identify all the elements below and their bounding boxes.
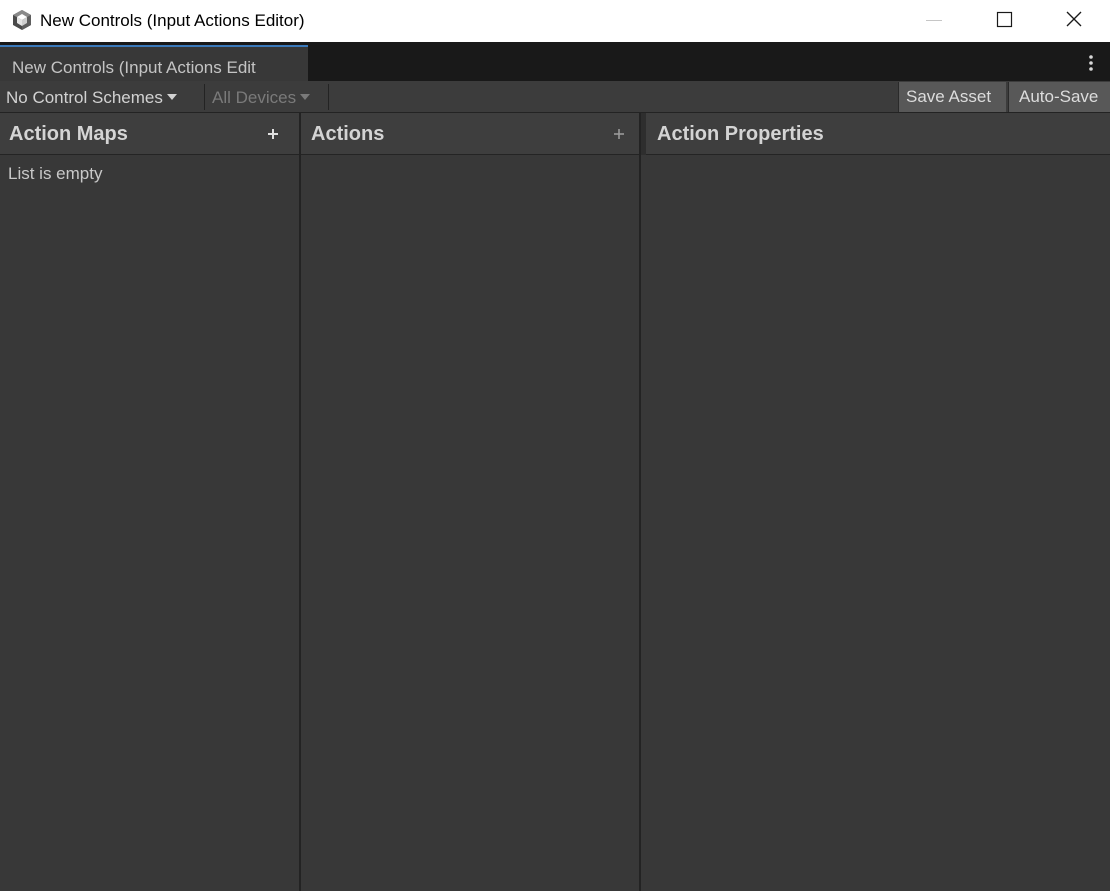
control-schemes-dropdown[interactable]: No Control Schemes [6, 84, 177, 111]
close-icon [1066, 11, 1082, 27]
actions-header: Actions [301, 113, 639, 155]
tab-label: New Controls (Input Actions Edit [12, 58, 256, 77]
minimize-icon [926, 20, 942, 21]
window-titlebar[interactable]: New Controls (Input Actions Editor) [0, 0, 1110, 42]
maximize-button[interactable] [981, 0, 1027, 42]
dock-tab-bar: New Controls (Input Actions Edit [0, 42, 1110, 81]
chevron-down-icon [166, 94, 177, 100]
kebab-menu-icon[interactable] [1082, 52, 1098, 74]
control-schemes-label: No Control Schemes [6, 88, 163, 107]
action-properties-pane: Action Properties [641, 113, 1110, 891]
save-asset-button[interactable]: Save Asset [898, 82, 1006, 112]
toolbar-separator [204, 84, 205, 110]
empty-list-label: List is empty [8, 164, 103, 183]
add-action-map-icon[interactable] [266, 127, 280, 141]
input-actions-editor-window: New Controls (Input Actions Editor) New … [0, 0, 1110, 891]
actions-title: Actions [311, 123, 385, 145]
auto-save-toggle[interactable]: Auto-Save [1008, 82, 1110, 112]
action-maps-title: Action Maps [9, 123, 128, 145]
minimize-button[interactable] [911, 0, 957, 42]
devices-label: All Devices [212, 88, 297, 107]
action-properties-title: Action Properties [657, 123, 824, 145]
close-button[interactable] [1051, 0, 1097, 42]
editor-toolbar: No Control Schemes All Devices Save Asse… [0, 81, 1110, 113]
unity-cube-icon [13, 10, 31, 30]
toolbar-separator [328, 84, 329, 110]
action-maps-header: Action Maps [0, 113, 299, 155]
header-edge [641, 113, 646, 155]
action-properties-header: Action Properties [641, 113, 1110, 155]
devices-dropdown: All Devices [212, 84, 311, 111]
tab-input-actions-editor[interactable]: New Controls (Input Actions Edit [0, 45, 308, 81]
window-title: New Controls (Input Actions Editor) [40, 11, 305, 30]
auto-save-label: Auto-Save [1019, 87, 1099, 106]
save-asset-label: Save Asset [906, 87, 992, 106]
maximize-icon [996, 11, 1013, 28]
actions-pane: Actions [301, 113, 639, 891]
chevron-down-icon [300, 94, 311, 100]
action-maps-pane: Action Maps List is empty [0, 113, 299, 891]
add-action-icon[interactable] [612, 127, 626, 141]
